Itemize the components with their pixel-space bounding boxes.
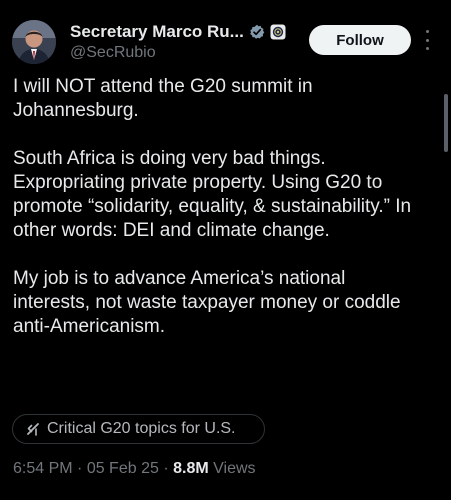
post-paragraph: My job is to advance America’s national … [13,268,401,337]
post-container: Secretary Marco Ru... @SecRubio Follow I… [0,0,451,500]
avatar-image [12,20,56,64]
author-name-row: Secretary Marco Ru... [70,22,286,42]
verified-badge-icon[interactable] [249,24,265,40]
government-seal-icon[interactable] [270,24,286,40]
post-paragraph: I will NOT attend the G20 summit in Joha… [13,76,313,121]
more-options-icon[interactable] [422,30,432,50]
topic-chip-label: Critical G20 topics for U.S. [47,420,236,437]
post-meta: 6:54 PM · 05 Feb 25 · 8.8M Views [13,460,256,478]
avatar[interactable] [12,20,56,64]
views-label: Views [213,460,256,477]
topic-chip[interactable]: Critical G20 topics for U.S. [12,414,265,444]
post-time[interactable]: 6:54 PM [13,460,73,477]
post-paragraph: South Africa is doing very bad things. E… [13,148,412,241]
scrollbar-thumb[interactable] [444,94,448,152]
author-display-name[interactable]: Secretary Marco Ru... [70,22,244,42]
meta-separator: · [72,460,87,477]
meta-separator: · [158,460,174,477]
follow-button[interactable]: Follow [309,25,411,55]
grok-icon [25,421,41,437]
post-date[interactable]: 05 Feb 25 [87,460,159,477]
post-text: I will NOT attend the G20 summit in Joha… [13,75,413,363]
author-handle[interactable]: @SecRubio [70,44,156,62]
views-count: 8.8M [173,460,209,477]
